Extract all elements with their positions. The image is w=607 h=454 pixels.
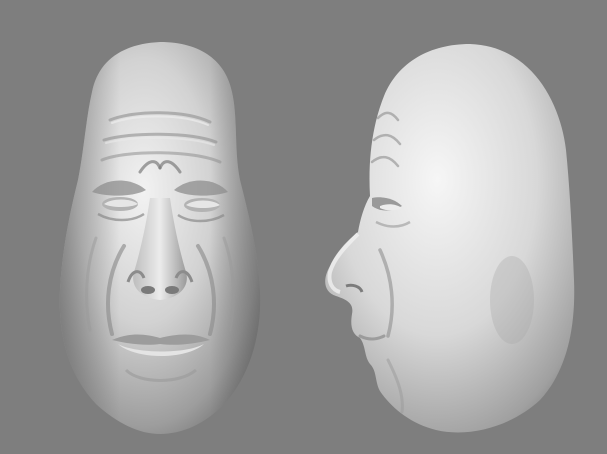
side-head-silhouette xyxy=(325,44,575,433)
side-ear-shadow xyxy=(490,256,534,344)
render-viewport xyxy=(0,0,607,454)
side-view xyxy=(325,44,575,433)
front-view xyxy=(59,42,261,434)
render-canvas xyxy=(59,42,575,434)
